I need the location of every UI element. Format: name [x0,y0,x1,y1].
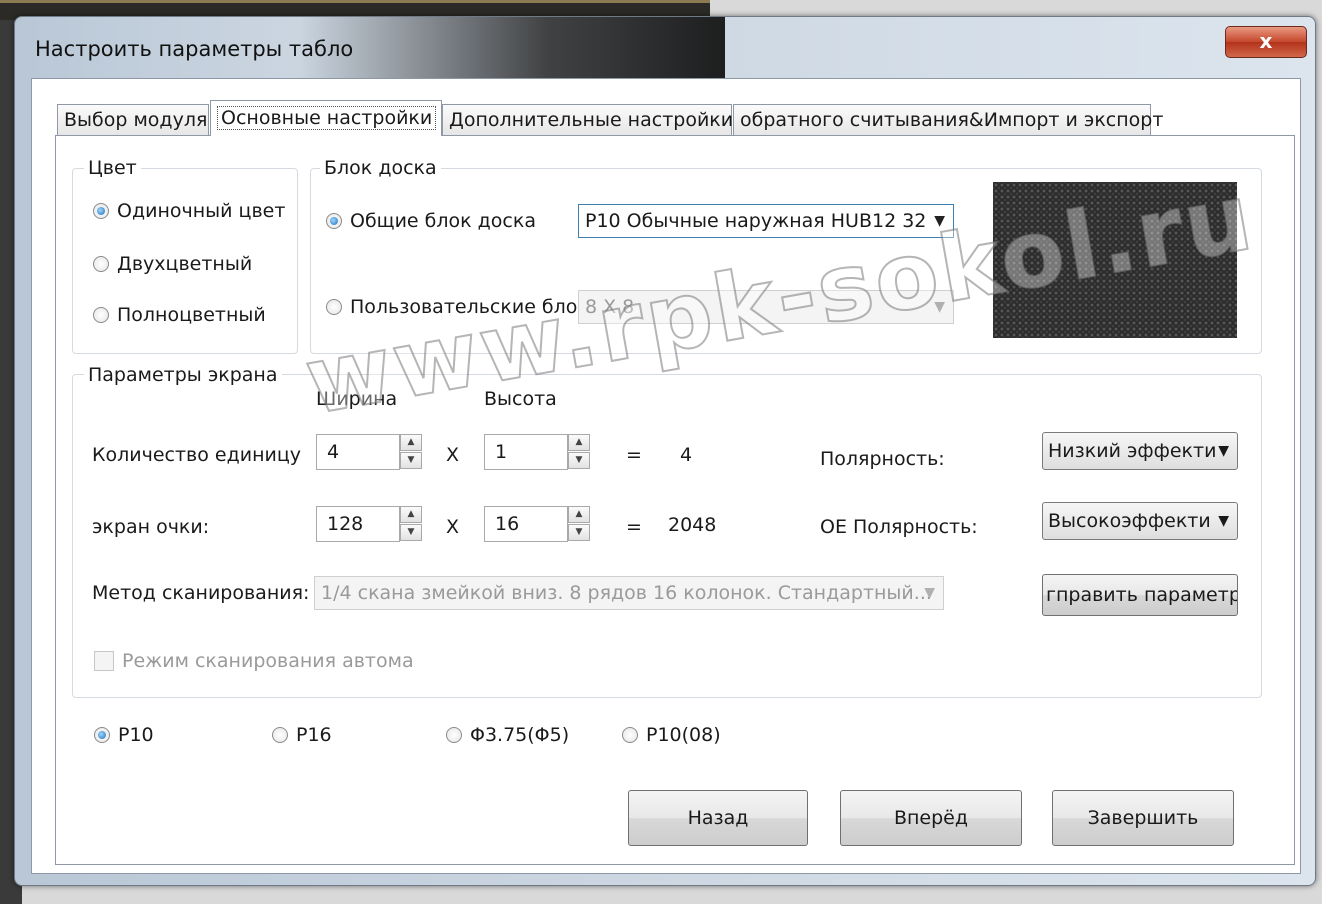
units-width-stepper[interactable]: 4 ▲ ▼ [316,434,422,470]
fix-parameters-button[interactable]: гправить параметрі [1042,574,1238,616]
chevron-down-icon: ▼ [924,585,935,601]
spin-down-icon[interactable]: ▼ [400,524,422,541]
pixels-height-spin: ▲ ▼ [568,506,590,542]
radio-dual-color[interactable]: Двухцветный [93,253,252,275]
close-button[interactable]: x [1225,26,1307,58]
board-group-label: Блок доска [320,157,441,179]
oe-polarity-select-value: Высокоэффекти [1048,510,1211,532]
tab-basic-settings[interactable]: Основные настройки [210,100,442,136]
pixels-times: X [446,516,460,538]
radio-full-color[interactable]: Полноцветный [93,304,266,326]
tab-advanced-settings[interactable]: Дополнительные настройки [442,104,733,135]
auto-scan-checkbox[interactable]: Режим сканирования автома [94,650,414,672]
radio-p10-08-label: P10(08) [646,724,721,746]
radio-icon [93,307,109,323]
radio-icon [94,727,110,743]
tab-readback-import-export[interactable]: обратного считывания&Импорт и экспорт [733,104,1163,135]
radio-icon [622,727,638,743]
spin-up-icon[interactable]: ▲ [568,506,590,523]
units-count-label: Количество единицу [92,444,302,466]
radio-single-color[interactable]: Одиночный цвет [93,200,285,222]
spin-up-icon[interactable]: ▲ [400,434,422,451]
oe-polarity-select[interactable]: Высокоэффекти ▼ [1042,502,1238,540]
pixels-width-stepper[interactable]: 128 ▲ ▼ [316,506,422,542]
radio-full-color-label: Полноцветный [117,304,266,326]
polarity-select-value: Низкий эффекти [1048,440,1217,462]
spin-up-icon[interactable]: ▲ [568,434,590,451]
pixels-height-input[interactable]: 16 [484,506,568,542]
chevron-down-icon: ▼ [1218,513,1229,529]
scan-method-select-value: 1/4 скана змейкой вниз. 8 рядов 16 колон… [321,582,932,604]
checkbox-icon [94,651,114,671]
units-width-spin: ▲ ▼ [400,434,422,470]
radio-icon [93,256,109,272]
radio-general-board-label: Общие блок доска [350,210,536,232]
pixels-equals: = [626,516,642,538]
radio-icon [93,203,109,219]
radio-phi375[interactable]: Φ3.75(Φ5) [446,724,569,746]
units-height-spin: ▲ ▼ [568,434,590,470]
radio-p16-label: P16 [296,724,332,746]
polarity-label: Полярность: [820,448,945,470]
units-height-stepper[interactable]: 1 ▲ ▼ [484,434,590,470]
radio-icon [326,299,342,315]
spin-down-icon[interactable]: ▼ [568,452,590,469]
auto-scan-label: Режим сканирования автома [122,650,414,672]
spin-up-icon[interactable]: ▲ [400,506,422,523]
screen-params-group-label: Параметры экрана [84,364,282,386]
polarity-select[interactable]: Низкий эффекти ▼ [1042,432,1238,470]
spin-down-icon[interactable]: ▼ [568,524,590,541]
pixels-width-spin: ▲ ▼ [400,506,422,542]
radio-p10[interactable]: P10 [94,724,154,746]
pixels-label: экран очки: [92,516,210,538]
units-width-input[interactable]: 4 [316,434,400,470]
radio-dual-color-label: Двухцветный [117,253,253,275]
pixels-height-stepper[interactable]: 16 ▲ ▼ [484,506,590,542]
radio-p16[interactable]: P16 [272,724,332,746]
chevron-down-icon: ▼ [1218,443,1229,459]
radio-p10-08[interactable]: P10(08) [622,724,721,746]
radio-icon [272,727,288,743]
close-icon: x [1259,29,1273,53]
units-total: 4 [680,444,693,466]
pixels-total: 2048 [668,514,717,536]
units-height-input[interactable]: 1 [484,434,568,470]
radio-single-color-label: Одиночный цвет [117,200,286,222]
scan-method-label: Метод сканирования: [92,582,310,604]
next-button[interactable]: Вперёд [840,790,1022,846]
color-group-label: Цвет [84,157,141,179]
radio-icon [326,213,342,229]
oe-polarity-label: OE Полярность: [820,516,978,538]
tab-module-select[interactable]: Выбор модуля [57,104,209,135]
background-top-accent [0,0,710,3]
pixels-width-input[interactable]: 128 [316,506,400,542]
window-title: Настроить параметры табло [35,37,354,61]
radio-icon [446,727,462,743]
spin-down-icon[interactable]: ▼ [400,452,422,469]
back-button[interactable]: Назад [628,790,808,846]
units-times: X [446,444,460,466]
tab-basic-settings-label: Основные настройки [217,106,437,130]
units-equals: = [626,444,642,466]
radio-p10-label: P10 [118,724,154,746]
finish-button[interactable]: Завершить [1052,790,1234,846]
radio-phi375-label: Φ3.75(Φ5) [470,724,570,746]
radio-general-board[interactable]: Общие блок доска [326,210,536,232]
scan-method-select[interactable]: 1/4 скана змейкой вниз. 8 рядов 16 колон… [314,576,944,610]
